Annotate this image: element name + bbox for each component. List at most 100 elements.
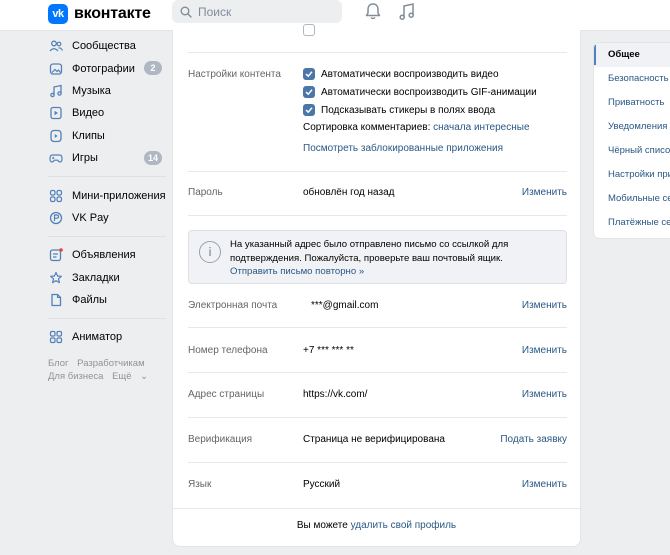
delete-profile-link[interactable]: удалить свой профиль [351,520,457,531]
star-icon [48,270,64,286]
content-settings-label: Настройки контента [188,69,281,80]
divider [188,417,567,418]
settings-nav-notifications[interactable]: Уведомления [594,115,670,139]
phone-value: +7 *** *** ** [303,345,354,356]
change-language-button[interactable]: Изменить [522,479,567,490]
footer-prefix: Вы можете [296,520,348,531]
suggest-stickers-checkbox[interactable]: Подсказывать стикеры в полях ввода [303,104,495,116]
settings-nav: Общее Безопасность Приватность Уведомлен… [593,42,670,239]
address-value: https://vk.com/ [303,389,368,400]
sidebar-item-vk-pay[interactable]: VK Pay [48,207,166,229]
autoplay-gif-label: Автоматически воспроизводить GIF-анимаци… [321,86,537,98]
sidebar-item-bookmarks[interactable]: Закладки [48,267,166,289]
checkbox-checked-icon[interactable] [303,86,315,98]
footer-link-business[interactable]: Для бизнеса [48,371,103,382]
settings-nav-blacklist[interactable]: Чёрный список [594,139,670,163]
sidebar-item-files[interactable]: Файлы [48,289,166,311]
email-notice: i На указанный адрес было отправлено пис… [188,230,567,284]
suggest-stickers-label: Подсказывать стикеры в полях ввода [321,104,496,116]
comments-sort-label: Сортировка комментариев: [303,122,431,133]
music-note-icon[interactable] [398,2,416,27]
change-email-button[interactable]: Изменить [522,300,567,311]
sidebar-item-clips[interactable]: Клипы [48,125,166,147]
password-label: Пароль [188,187,223,198]
email-label: Электронная почта [188,300,278,311]
settings-nav-security[interactable]: Безопасность [594,67,670,91]
sidebar-item-animator[interactable]: Аниматор [48,326,166,348]
animator-icon [48,329,64,345]
notice-text: На указанный адрес было отправлено письм… [230,239,509,264]
sidebar-divider [48,176,166,178]
search-input[interactable] [198,4,318,19]
verification-value: Страница не верифицирована [303,434,445,445]
search-icon [180,6,192,18]
divider [188,327,567,328]
chevron-down-icon: ⌄ [140,370,149,382]
more-label: Ещё [112,370,132,382]
video-icon [48,105,64,121]
divider [188,462,567,463]
phone-label: Номер телефона [188,345,268,356]
checkbox-unchecked[interactable] [303,24,315,36]
footer-link-developers[interactable]: Разработчикам [77,358,144,369]
vk-logo-icon: vk [48,4,68,24]
sidebar-item-music[interactable]: Музыка [48,80,166,102]
sidebar-item-label: Закладки [72,271,120,284]
divider [188,215,567,216]
email-value: ***@gmail.com [311,300,379,311]
bell-icon[interactable] [364,2,382,27]
sidebar-item-label: Фотографии [72,62,135,75]
resend-email-link[interactable]: Отправить письмо повторно » [230,266,364,277]
settings-nav-app-settings[interactable]: Настройки приложений [594,162,670,186]
checkbox-checked-icon[interactable] [303,104,315,116]
people-icon [48,38,64,54]
sidebar-item-communities[interactable]: Сообщества [48,35,166,57]
language-label: Язык [188,479,212,490]
clips-icon [48,128,64,144]
sidebar-item-label: Сообщества [72,40,136,53]
sidebar-divider [48,318,166,320]
change-phone-button[interactable]: Изменить [522,345,567,356]
sidebar-item-photos[interactable]: Фотографии 2 [48,57,166,79]
comments-sort: Сортировка комментариев: сначала интерес… [303,122,530,133]
checkbox-clipped[interactable] [303,24,321,36]
sidebar-item-label: Клипы [72,129,105,142]
file-icon [48,292,64,308]
search-box[interactable] [172,0,342,23]
sidebar-item-label: Игры [72,152,98,165]
autoplay-video-label: Автоматически воспроизводить видео [321,68,499,80]
change-password-button[interactable]: Изменить [522,187,567,198]
autoplay-video-checkbox[interactable]: Автоматически воспроизводить видео [303,68,499,80]
photo-icon [48,61,64,77]
sidebar-item-ads[interactable]: Объявления [48,244,166,266]
sidebar-item-mini-apps[interactable]: Мини-приложения [48,184,166,206]
checkbox-checked-icon[interactable] [303,68,315,80]
sidebar-item-games[interactable]: Игры 14 [48,147,166,169]
gamepad-icon [48,150,64,166]
sidebar-footer: Блог Разработчикам Для бизнеса Ещё ⌄ [48,357,166,383]
count-badge: 2 [144,61,162,76]
sidebar-item-label: Файлы [72,294,107,307]
sidebar-item-label: Мини-приложения [72,189,166,202]
settings-nav-privacy[interactable]: Приватность [594,91,670,115]
delete-profile-footer: Вы можете удалить свой профиль [173,520,580,531]
music-icon [48,83,64,99]
sidebar-item-video[interactable]: Видео [48,102,166,124]
vk-logo[interactable]: vk вконтакте [48,4,151,24]
apply-verification-button[interactable]: Подать заявку [500,434,567,445]
address-label: Адрес страницы [188,389,265,400]
comments-sort-select[interactable]: сначала интересные [433,122,529,133]
footer-link-blog[interactable]: Блог [48,358,69,369]
sidebar-item-label: Музыка [72,84,111,97]
footer-link-more[interactable]: Ещё ⌄ [112,371,154,382]
sidebar-item-label: VK Pay [72,211,109,224]
settings-nav-mobile[interactable]: Мобильные сервисы [594,186,670,210]
settings-nav-payments[interactable]: Платёжные сервисы [594,210,670,234]
sidebar-item-label: Аниматор [72,331,123,344]
settings-nav-general[interactable]: Общее [594,43,670,67]
autoplay-gif-checkbox[interactable]: Автоматически воспроизводить GIF-анимаци… [303,86,537,98]
verification-label: Верификация [188,434,253,445]
blocked-apps-link[interactable]: Посмотреть заблокированные приложения [303,143,503,154]
change-address-button[interactable]: Изменить [522,389,567,400]
sidebar-item-label: Объявления [72,249,136,262]
